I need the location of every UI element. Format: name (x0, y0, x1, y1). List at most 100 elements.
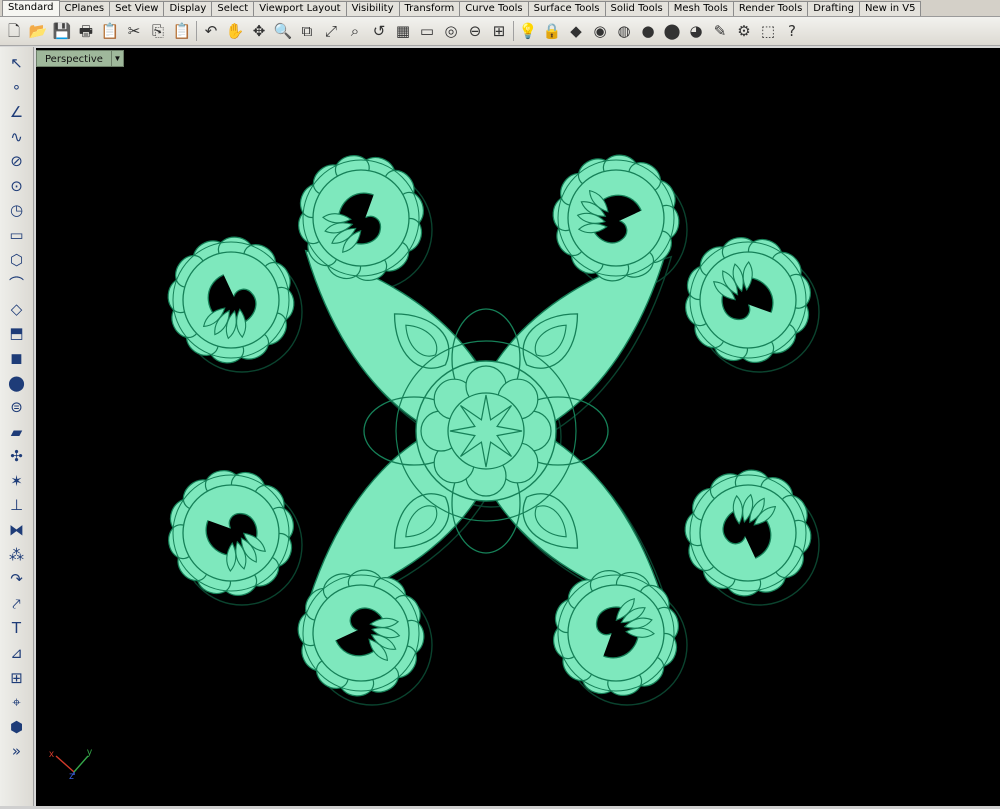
help-icon[interactable]: ? (780, 19, 804, 43)
tab-render-tools[interactable]: Render Tools (732, 1, 809, 16)
axis-z-label: z (69, 771, 74, 782)
render-cube-icon[interactable]: ⬢ (4, 715, 30, 740)
cplane-icon[interactable]: ▭ (415, 19, 439, 43)
undo-view-icon[interactable]: ↺ (367, 19, 391, 43)
extrude-icon[interactable]: ⬒ (4, 322, 30, 347)
group-icon[interactable]: ⁂ (4, 543, 30, 568)
render-sphere-icon[interactable]: ⬤ (660, 19, 684, 43)
layer-icon[interactable]: ◆ (564, 19, 588, 43)
main-left-toolbar: ↖ ∘ ∠ ∿ ⊘ ⊙ ◷ ▭ ⬡ ⌒ ◇ ⬒ ◼ ⬤ ⊜ ▰ ✣ ✶ ⊥ ⧓ ⁂ ↷ ⤤ T ⊿ ⊞ ⌖ ⬢» (0, 47, 34, 809)
rhino-window: Standard CPlanes Set View Display Select View… (0, 0, 1000, 809)
import-icon[interactable]: 📋 (98, 19, 122, 43)
wireframe-sphere-icon[interactable]: ◍ (612, 19, 636, 43)
select-arrow-icon[interactable]: ↖ (4, 51, 30, 76)
analyze-icon[interactable]: ⌖ (4, 690, 30, 715)
selection-cursor-icon[interactable]: ⬚ (756, 19, 780, 43)
tab-solid-tools[interactable]: Solid Tools (604, 1, 669, 16)
swirl-flower (685, 237, 811, 363)
gear-options-icon[interactable]: ⚙ (732, 19, 756, 43)
tab-drafting[interactable]: Drafting (807, 1, 860, 16)
shaded-sphere-icon[interactable]: ● (636, 19, 660, 43)
tab-set-view[interactable]: Set View (109, 1, 165, 16)
polygon-icon[interactable]: ⬡ (4, 248, 30, 273)
tab-select[interactable]: Select (211, 1, 255, 16)
ghosted-sphere-icon[interactable]: ◕ (684, 19, 708, 43)
axis-y-line (73, 755, 89, 773)
light-icon[interactable]: 💡 (516, 19, 540, 43)
toolbar-tab-strip: Standard CPlanes Set View Display Select View… (0, 0, 1000, 17)
text-icon[interactable]: T (4, 617, 30, 642)
color-wheel-icon[interactable]: ◉ (588, 19, 612, 43)
paste-icon[interactable]: 📋 (170, 19, 194, 43)
lock-icon[interactable]: 🔒 (540, 19, 564, 43)
viewport-title-tab[interactable]: Perspective ▼ (36, 50, 124, 67)
cut-icon[interactable]: ✂ (122, 19, 146, 43)
curve-cv-icon[interactable]: ∿ (4, 125, 30, 150)
object-snap-icon[interactable]: ◎ (439, 19, 463, 43)
copy-icon[interactable]: ⎘ (146, 19, 170, 43)
split-icon[interactable]: ↷ (4, 567, 30, 592)
ellipse-icon[interactable]: ⊙ (4, 174, 30, 199)
toolbar-separator (513, 21, 514, 41)
axis-y-label: y (87, 747, 92, 758)
trim-icon[interactable]: ⊥ (4, 494, 30, 519)
zoom-window-icon[interactable]: ⧉ (295, 19, 319, 43)
ornament-body (167, 154, 812, 697)
move-icon[interactable]: ⤤ (4, 592, 30, 617)
explode-icon[interactable]: ✶ (4, 469, 30, 494)
join-icon[interactable]: ⧓ (4, 518, 30, 543)
tab-new-in-v5[interactable]: New in V5 (858, 1, 922, 16)
toolbar-separator (196, 21, 197, 41)
tab-cplanes[interactable]: CPlanes (58, 1, 111, 16)
four-viewports-icon[interactable]: ▦ (391, 19, 415, 43)
tab-standard[interactable]: Standard (2, 0, 60, 16)
ornament-model[interactable] (166, 153, 820, 706)
rectangle-icon[interactable]: ▭ (4, 223, 30, 248)
cylinder-icon[interactable]: ⊜ (4, 395, 30, 420)
undo-icon[interactable]: ↶ (199, 19, 223, 43)
tab-curve-tools[interactable]: Curve Tools (459, 1, 529, 16)
select-filter-icon[interactable]: ⊖ (463, 19, 487, 43)
zoom-selected-icon[interactable]: ⌕ (343, 19, 367, 43)
center-hub (447, 392, 525, 470)
perspective-viewport[interactable]: Perspective ▼ x y z (36, 48, 1000, 806)
grid-snap-icon[interactable]: ⊞ (487, 19, 511, 43)
swirl-flower (684, 469, 812, 597)
viewport-title-label[interactable]: Perspective (36, 50, 112, 67)
mesh-plane-icon[interactable]: ▰ (4, 420, 30, 445)
model-scene: x y z (49, 153, 820, 782)
world-axes-icon: x y z (49, 747, 92, 782)
zoom-extents-icon[interactable]: ⤢ (319, 19, 343, 43)
circle-icon[interactable]: ⊘ (4, 149, 30, 174)
fillet-curve-icon[interactable]: ⌒ (4, 272, 30, 297)
axis-x-line (55, 755, 75, 773)
tab-visibility[interactable]: Visibility (345, 1, 400, 16)
surface-corner-points-icon[interactable]: ◇ (4, 297, 30, 322)
pencil-options-icon[interactable]: ✎ (708, 19, 732, 43)
box-solid-icon[interactable]: ◼ (4, 346, 30, 371)
sphere-solid-icon[interactable]: ⬤ (4, 371, 30, 396)
arc-icon[interactable]: ◷ (4, 199, 30, 224)
rotate-view-icon[interactable]: ✥ (247, 19, 271, 43)
standard-toolbar: 🗋 📂 💾 🖶 📋 ✂ ⎘ 📋 ↶ ✋ ✥ 🔍 ⧉ ⤢ ⌕ ↺ ▦ ▭ ◎ ⊖ ⊞ 💡 🔒 ◆ ◉ ◍ ● ⬤ ◕ ✎ ⚙ ⬚? (0, 17, 1000, 46)
swirl-flower (167, 236, 295, 364)
more-tools-icon[interactable]: » (4, 740, 30, 765)
polyline-icon[interactable]: ∠ (4, 100, 30, 125)
point-icon[interactable]: ∘ (4, 76, 30, 101)
boolean-union-icon[interactable]: ✣ (4, 445, 30, 470)
pan-hand-icon[interactable]: ✋ (223, 19, 247, 43)
tab-display[interactable]: Display (163, 1, 213, 16)
viewport-menu-dropdown-icon[interactable]: ▼ (111, 50, 124, 67)
new-icon[interactable]: 🗋 (2, 19, 26, 43)
print-icon[interactable]: 🖶 (74, 19, 98, 43)
swirl-flower (168, 470, 294, 596)
tab-surface-tools[interactable]: Surface Tools (527, 1, 606, 16)
tab-mesh-tools[interactable]: Mesh Tools (667, 1, 734, 16)
zoom-dynamic-icon[interactable]: 🔍 (271, 19, 295, 43)
save-icon[interactable]: 💾 (50, 19, 74, 43)
tab-transform[interactable]: Transform (398, 1, 461, 16)
dimension-icon[interactable]: ⊿ (4, 641, 30, 666)
tab-viewport-layout[interactable]: Viewport Layout (253, 1, 347, 16)
array-icon[interactable]: ⊞ (4, 666, 30, 691)
open-icon[interactable]: 📂 (26, 19, 50, 43)
